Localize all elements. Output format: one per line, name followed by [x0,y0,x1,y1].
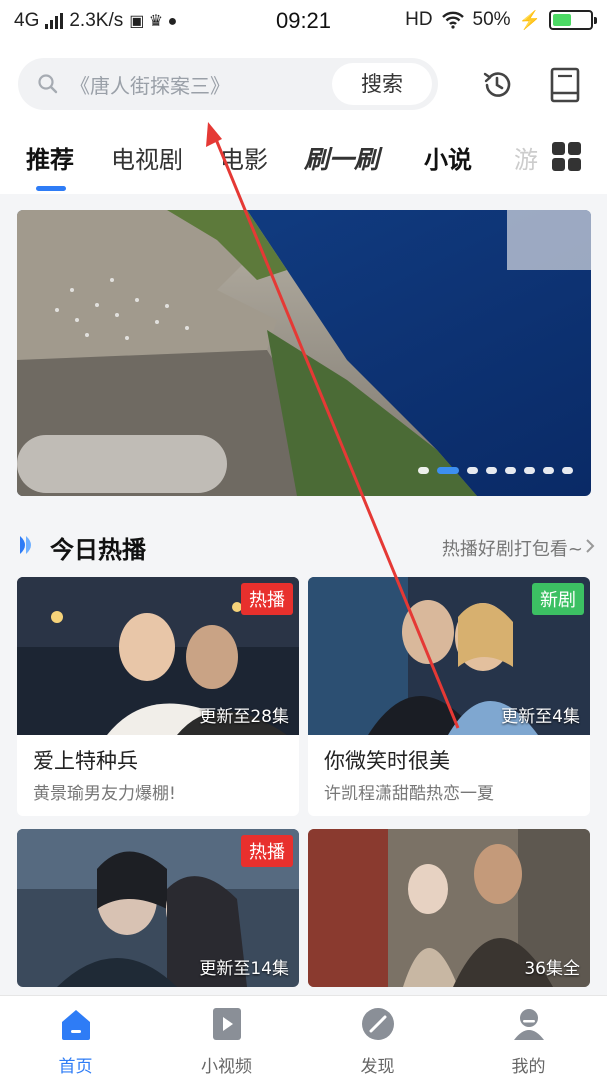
show-thumbnail[interactable]: 新剧 更新至4集 [308,577,590,735]
category-grid-icon[interactable] [552,142,582,172]
carousel-dot[interactable] [437,467,459,474]
hd-indicator: HD [405,9,433,30]
chevron-right-icon[interactable] [585,538,595,554]
banner-carousel[interactable] [17,210,591,496]
nav-label: 我的 [511,1057,546,1077]
battery-icon [549,10,597,30]
episode-count: 更新至14集 [199,959,289,979]
active-tab-indicator [36,186,66,191]
show-description: 黄景瑜男友力爆棚! [33,784,176,804]
tab-novels[interactable]: 小说 [424,140,472,175]
episode-count: 更新至4集 [501,707,580,727]
carousel-dot[interactable] [543,467,554,474]
carousel-dot[interactable] [467,467,478,474]
carousel-dot[interactable] [505,467,516,474]
bottom-navigation: 首页 小视频 发现 我的 [0,995,607,1080]
show-card[interactable]: 新剧 更新至4集 你微笑时很美 许凯程潇甜酷热恋一夏 [308,577,590,816]
search-placeholder[interactable]: 《唐人街探案三》 [70,70,230,99]
show-title[interactable]: 爱上特种兵 [17,735,299,775]
tab-tv-series[interactable]: 电视剧 [111,140,183,175]
show-card[interactable]: 热播 更新至14集 [17,829,299,987]
carousel-dot[interactable] [418,467,429,474]
home-icon [62,1010,90,1040]
episode-count: 36集全 [524,959,580,979]
show-thumbnail[interactable]: 热播 更新至14集 [17,829,299,987]
show-thumbnail[interactable]: 热播 更新至28集 [17,577,299,735]
nav-discover[interactable]: 发现 [302,996,453,1080]
battery-percent: 50% [472,9,511,30]
search-icon [38,74,58,94]
search-button[interactable]: 搜索 [332,63,432,105]
nav-profile[interactable]: 我的 [453,996,604,1080]
category-tabs: 推荐 电视剧 电影 刷一刷 小说 游 [0,134,607,194]
search-bar[interactable]: 《唐人街探案三》 搜索 [18,58,438,110]
hot-badge: 热播 [241,835,293,867]
history-icon[interactable] [480,68,514,102]
section-title: 今日热播 [50,536,146,564]
show-card[interactable]: 36集全 [308,829,590,987]
header: 《唐人街探案三》 搜索 推荐 电视剧 电影 刷一刷 小说 游 [0,44,607,194]
episode-count: 更新至28集 [199,707,289,727]
bookshelf-icon[interactable] [548,66,582,104]
show-card[interactable]: 热播 更新至28集 爱上特种兵 黄景瑜男友力爆棚! [17,577,299,816]
carousel-dot[interactable] [562,467,573,474]
carousel-indicator [418,467,573,474]
charging-icon: ⚡ [518,9,541,30]
section-header: 今日热播 热播好剧打包看~ [0,520,607,570]
nav-label: 发现 [360,1057,395,1077]
tab-games[interactable]: 游 [514,140,538,175]
profile-icon [514,1009,544,1040]
banner-image [17,210,591,496]
video-icon [213,1008,241,1040]
nav-home[interactable]: 首页 [0,996,151,1080]
carousel-dot[interactable] [486,467,497,474]
show-description: 许凯程潇甜酷热恋一夏 [324,784,494,804]
compass-icon [362,1008,394,1040]
carousel-dot[interactable] [524,467,535,474]
tab-shuayishua[interactable]: 刷一刷 [304,140,379,176]
section-marker-icon [20,536,31,554]
nav-label: 小视频 [201,1057,252,1077]
wifi-icon [441,11,464,29]
nav-label: 首页 [58,1057,93,1077]
new-badge: 新剧 [532,583,584,615]
section-more-link[interactable]: 热播好剧打包看~ [442,535,583,561]
nav-short-video[interactable]: 小视频 [151,996,302,1080]
tab-movies[interactable]: 电影 [220,140,268,175]
hot-badge: 热播 [241,583,293,615]
status-bar: 4G 2.3K/s ▣ ♛ ● 09:21 HD 50% ⚡ [0,0,607,44]
show-thumbnail[interactable]: 36集全 [308,829,590,987]
tab-recommend[interactable]: 推荐 [26,140,74,175]
show-title[interactable]: 你微笑时很美 [308,735,590,775]
